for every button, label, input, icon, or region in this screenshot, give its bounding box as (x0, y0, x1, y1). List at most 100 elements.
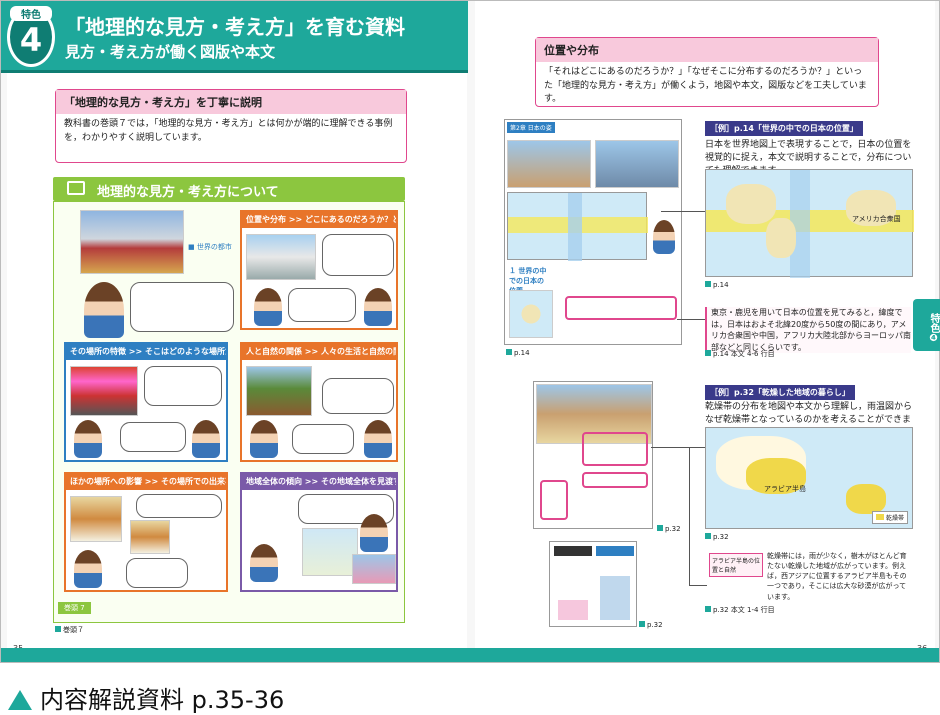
example2-map-ref: p.32 (705, 533, 729, 541)
influence-bubble-2 (126, 558, 188, 588)
example2-excerpt-title: アラビア半島の位置と自然 (709, 553, 763, 577)
example2-world-map: アラビア半島 乾燥帯 (705, 427, 913, 529)
fried-food-photo (130, 520, 170, 554)
connector-map (661, 211, 709, 212)
student-boy (254, 288, 282, 326)
example2-label: ［例］p.32「乾燥した地域の暮らし」 (705, 385, 855, 400)
place-bubble-2 (120, 422, 186, 452)
example2-text-ref: p.32 本文 1-4 行目 (705, 605, 775, 615)
student-boy-2 (74, 420, 102, 458)
graph-title-bar-1 (554, 546, 592, 556)
map-legend: 乾燥帯 (871, 511, 908, 524)
thumb-highlight-text2 (582, 472, 648, 488)
thumb-highlight-map (582, 432, 648, 466)
panel-influence-title: ほかの場所への影響 >> その場所での出来事は，ほかの場所にどのように影響してい… (66, 474, 226, 490)
badge-label: 特色 (10, 6, 52, 21)
feature-badge: 特色 4 (7, 6, 55, 67)
city-photo-caption: ■ 世界の都市 (188, 243, 232, 251)
city-photo (80, 210, 184, 274)
thumb-highlight-text (565, 296, 677, 320)
document-caption: 内容解説資料 p.35-36 (0, 670, 940, 715)
graph-rain-2 (600, 576, 630, 620)
panel-regional-trend: 地域全体の傾向 >> その地域全体を見渡すと，どのような特徴がみられるだろうか？ (240, 472, 398, 592)
left-box-title: 「地理的な見方・考え方」を丁寧に説明 (56, 90, 406, 114)
dry-zone-australia (846, 484, 886, 514)
student-boy-4 (74, 550, 102, 588)
example2-excerpt: 乾燥帯には，雨が少なく，樹木がほとんど育たない乾燥した地域が広がっています。例え… (767, 552, 907, 601)
thumb-ref-p14: p.14 (506, 349, 530, 357)
map-label-usa: アメリカ合衆国 (852, 215, 901, 223)
blossom-photo (352, 554, 396, 584)
viewpoint-examples: ■ 世界の都市 位置や分布 >> どこにあるのだろうか？どこに広がっているのだろ… (53, 201, 405, 623)
example1-map-ref: p.14 (705, 281, 729, 289)
panel-place-features: その場所の特徴 >> そこはどのような場所だろうか？ (64, 342, 228, 462)
panel-place-title: その場所の特徴 >> そこはどのような場所だろうか？ (66, 344, 226, 360)
panel-position: 位置や分布 >> どこにあるのだろうか？どこに広がっているのだろうか？ (240, 210, 398, 330)
graph-ref-p32: p.32 (639, 621, 663, 629)
right-explanation-box: 位置や分布 「それはどこにあるのだろうか？」「なぜそこに分布するのだろうか？」と… (535, 37, 879, 107)
nature-bubble (322, 378, 394, 414)
example1-label: ［例］p.14「世界の中での日本の位置」 (705, 121, 863, 136)
student-girl-2 (192, 420, 220, 458)
street-photo (70, 366, 138, 416)
panel-nature-title: 人と自然の関係 >> 人々の生活と自然の関係には，どのような関係があるのだろうか… (242, 344, 396, 360)
position-bubble (322, 234, 394, 276)
panel-regional-title: 地域全体の傾向 >> その地域全体を見渡すと，どのような特徴がみられるだろうか？ (242, 474, 396, 490)
student-boy-3 (364, 420, 392, 458)
school-photo (246, 234, 316, 280)
thumb-ref-p32: p.32 (657, 525, 681, 533)
regional-map (302, 528, 358, 576)
graph-rain-1 (558, 600, 588, 620)
book-icon (67, 181, 85, 195)
thumb-chapter: 第2章 日本の姿 (507, 122, 555, 133)
thumb-world-map (507, 192, 648, 261)
right-box-title: 位置や分布 (536, 38, 878, 62)
student-girl-3 (250, 420, 278, 458)
nature-bubble-2 (292, 424, 354, 454)
triangle-icon (8, 690, 32, 710)
position-bubble-2 (288, 288, 356, 322)
landmass-eurasia (726, 184, 776, 224)
map-label-arabia: アラビア半島 (764, 485, 806, 493)
landmass-africa (766, 218, 796, 258)
left-explanation-box: 「地理的な見方・考え方」を丁寧に説明 教科書の巻頭７では，「地理的な見方・考え方… (55, 89, 407, 163)
panel-human-nature: 人と自然の関係 >> 人々の生活と自然の関係には，どのような関係があるのだろうか… (240, 342, 398, 462)
thumb-highlight-graph (540, 480, 568, 520)
colosseum-photo (507, 140, 591, 188)
side-tab: 特色❹ (913, 299, 940, 351)
graph-title-bar-2 (596, 546, 634, 556)
student-boy-5 (360, 514, 388, 552)
thumb-longitude-band (568, 193, 582, 261)
student-girl (364, 288, 392, 326)
feature-header: 特色 4 「地理的な見方・考え方」を育む資料 見方・考え方が働く図版や本文 (1, 1, 468, 73)
panel-influence: ほかの場所への影響 >> その場所での出来事は，ほかの場所にどのように影響してい… (64, 472, 228, 592)
thumb-student (653, 220, 675, 254)
footer-tag: 巻頭 7 (58, 602, 91, 614)
left-box-text: 教科書の巻頭７では，「地理的な見方・考え方」とは何かが端的に理解できる事例を，わ… (64, 119, 393, 143)
market-photo (70, 496, 122, 542)
section-heading-text: 地理的な見方・考え方について (97, 185, 279, 200)
caption-text: 内容解説資料 p.35-36 (40, 686, 285, 714)
feature-title: 「地理的な見方・考え方」を育む資料 (65, 15, 405, 39)
log-house-photo (246, 366, 312, 416)
influence-bubble (136, 494, 222, 518)
skyline-photo (595, 140, 679, 188)
teacher-speech-bubble (130, 282, 234, 332)
place-bubble (144, 366, 222, 406)
example1-world-map: アメリカ合衆国 (705, 169, 914, 278)
right-box-text: 「それはどこにあるのだろうか？」「なぜそこに分布するのだろうか？」といった「地理… (544, 67, 867, 104)
panel-position-title: 位置や分布 >> どこにあるのだろうか？どこに広がっているのだろうか？ (242, 212, 396, 228)
connector-text2 (689, 585, 707, 586)
example1-text-ref: p.14 本文 4-6 行目 (705, 349, 775, 359)
left-page-ref: 巻頭７ (55, 625, 84, 635)
teacher-illustration (84, 282, 124, 338)
connector-vertical (689, 447, 690, 585)
connector-map2 (651, 447, 707, 448)
climate-graphs (549, 541, 637, 627)
bottom-teal-bar (1, 648, 939, 662)
section-heading: 地理的な見方・考え方について (53, 177, 405, 201)
thumb-globe (509, 290, 553, 338)
textbook-thumbnail-p14: 第2章 日本の姿 １ 世界の中での日本の位置 (504, 119, 682, 345)
textbook-thumbnail-p32 (533, 381, 653, 529)
textbook-spread: 特色 4 「地理的な見方・考え方」を育む資料 見方・考え方が働く図版や本文 「地… (0, 0, 940, 663)
